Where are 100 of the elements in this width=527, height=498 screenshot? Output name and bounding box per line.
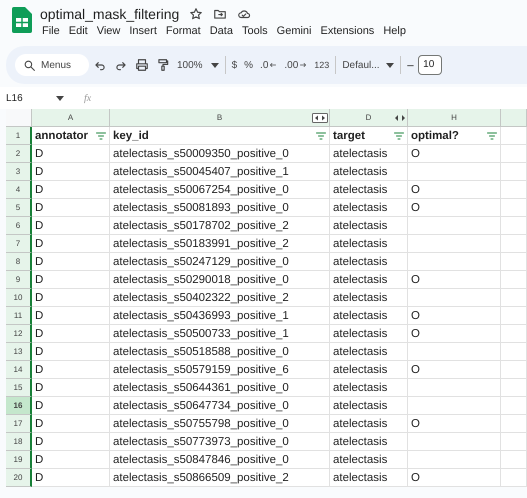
table-cell: atelectasis	[330, 217, 408, 235]
table-cell: D	[32, 253, 110, 271]
table-cell: atelectasis	[330, 181, 408, 199]
table-cell: atelectasis_s50436993_positive_1	[110, 307, 330, 325]
table-cell: atelectasis_s50081893_positive_0	[110, 199, 330, 217]
header-cell: target	[330, 127, 408, 145]
row-number[interactable]: 12	[6, 325, 32, 343]
search-icon	[23, 58, 36, 72]
row-number[interactable]: 16	[6, 397, 32, 415]
table-cell: atelectasis_s50644361_positive_0	[110, 379, 330, 397]
currency-button[interactable]: $	[228, 54, 240, 76]
row-number[interactable]: 19	[6, 451, 32, 469]
column-header[interactable]: D	[330, 109, 408, 127]
table-cell: atelectasis	[330, 415, 408, 433]
menu-item[interactable]: Edit	[66, 24, 92, 38]
table-cell: atelectasis_s50067254_positive_0	[110, 181, 330, 199]
row-number[interactable]: 8	[6, 253, 32, 271]
menu-item[interactable]: Extensions	[318, 24, 378, 38]
caret-icon	[386, 62, 394, 68]
table-cell	[501, 163, 527, 181]
table-cell: D	[32, 307, 110, 325]
table-cell: D	[32, 361, 110, 379]
table-cell: atelectasis	[330, 451, 408, 469]
font-dropdown[interactable]: Defaul...	[339, 54, 397, 76]
row-number[interactable]: 15	[6, 379, 32, 397]
menu-item[interactable]: Tools	[240, 24, 272, 38]
table-cell: atelectasis_s50178702_positive_2	[110, 217, 330, 235]
header-cell: key_id	[110, 127, 330, 145]
table-cell	[501, 397, 527, 415]
column-header[interactable]: H	[408, 109, 501, 127]
table-cell: O	[408, 181, 501, 199]
row-number[interactable]: 17	[6, 415, 32, 433]
caret-icon	[210, 62, 219, 68]
table-cell: D	[32, 451, 110, 469]
table-cell	[501, 307, 527, 325]
row-number[interactable]: 4	[6, 181, 32, 199]
table-cell: atelectasis	[330, 199, 408, 217]
number-format-button[interactable]: 123	[311, 54, 332, 76]
menu-item[interactable]: Insert	[127, 24, 161, 38]
table-cell: atelectasis	[330, 235, 408, 253]
table-cell: atelectasis	[330, 163, 408, 181]
row-number[interactable]: 13	[6, 343, 32, 361]
table-cell	[501, 415, 527, 433]
document-title[interactable]: optimal_mask_filtering	[40, 6, 180, 22]
table-cell: D	[32, 199, 110, 217]
row-number[interactable]: 9	[6, 271, 32, 289]
table-cell	[501, 325, 527, 343]
column-header[interactable]: A	[32, 109, 110, 127]
increase-decimal-button[interactable]: .00	[281, 54, 310, 76]
row-number[interactable]: 18	[6, 433, 32, 451]
font-size-field[interactable]: 10	[418, 55, 442, 75]
menu-item[interactable]: Gemini	[274, 24, 316, 38]
row-number[interactable]: 7	[6, 235, 32, 253]
row-number[interactable]: 10	[6, 289, 32, 307]
row-number[interactable]: 1	[6, 127, 32, 145]
filter-icon	[315, 130, 327, 142]
sheets-logo-icon	[12, 7, 32, 33]
menus-search-field[interactable]: Menus	[15, 54, 89, 76]
table-cell	[501, 433, 527, 451]
table-cell: D	[32, 325, 110, 343]
row-number[interactable]: 6	[6, 217, 32, 235]
menu-item[interactable]: Help	[381, 24, 410, 38]
table-cell: atelectasis	[330, 361, 408, 379]
cell-reference[interactable]: L16	[6, 92, 56, 104]
arrow-right-icon	[299, 61, 308, 69]
table-cell: D	[32, 145, 110, 163]
table-cell: D	[32, 433, 110, 451]
hidden-columns-icon[interactable]	[394, 114, 406, 122]
row-number[interactable]: 14	[6, 361, 32, 379]
menu-item[interactable]: File	[40, 24, 64, 38]
row-number[interactable]: 20	[6, 469, 32, 487]
column-header[interactable]: B	[110, 109, 330, 127]
menu-item[interactable]: Data	[208, 24, 237, 38]
table-cell: D	[32, 397, 110, 415]
table-cell: O	[408, 271, 501, 289]
filter-icon	[95, 130, 107, 142]
row-number[interactable]: 3	[6, 163, 32, 181]
row-number[interactable]: 5	[6, 199, 32, 217]
table-cell: atelectasis	[330, 397, 408, 415]
table-cell: atelectasis_s50518588_positive_0	[110, 343, 330, 361]
table-cell: O	[408, 361, 501, 379]
menu-item[interactable]: Format	[164, 24, 205, 38]
zoom-dropdown[interactable]: 100%	[174, 54, 222, 76]
row-number[interactable]: 2	[6, 145, 32, 163]
percent-button[interactable]: %	[241, 54, 256, 76]
menu-item[interactable]: View	[94, 24, 124, 38]
table-cell: atelectasis_s50183991_positive_2	[110, 235, 330, 253]
table-cell: O	[408, 325, 501, 343]
decrease-decimal-button[interactable]: .0	[257, 54, 280, 76]
hidden-columns-icon[interactable]	[312, 113, 328, 123]
arrow-left-icon	[269, 61, 278, 69]
filter-icon	[486, 130, 498, 142]
table-cell: O	[408, 469, 501, 487]
search-placeholder: Menus	[41, 60, 72, 70]
table-cell: atelectasis	[330, 271, 408, 289]
table-cell: atelectasis_s50045407_positive_1	[110, 163, 330, 181]
table-cell	[501, 127, 527, 145]
decrease-font-size-button[interactable]: −	[404, 54, 418, 76]
table-cell: atelectasis	[330, 433, 408, 451]
row-number[interactable]: 11	[6, 307, 32, 325]
